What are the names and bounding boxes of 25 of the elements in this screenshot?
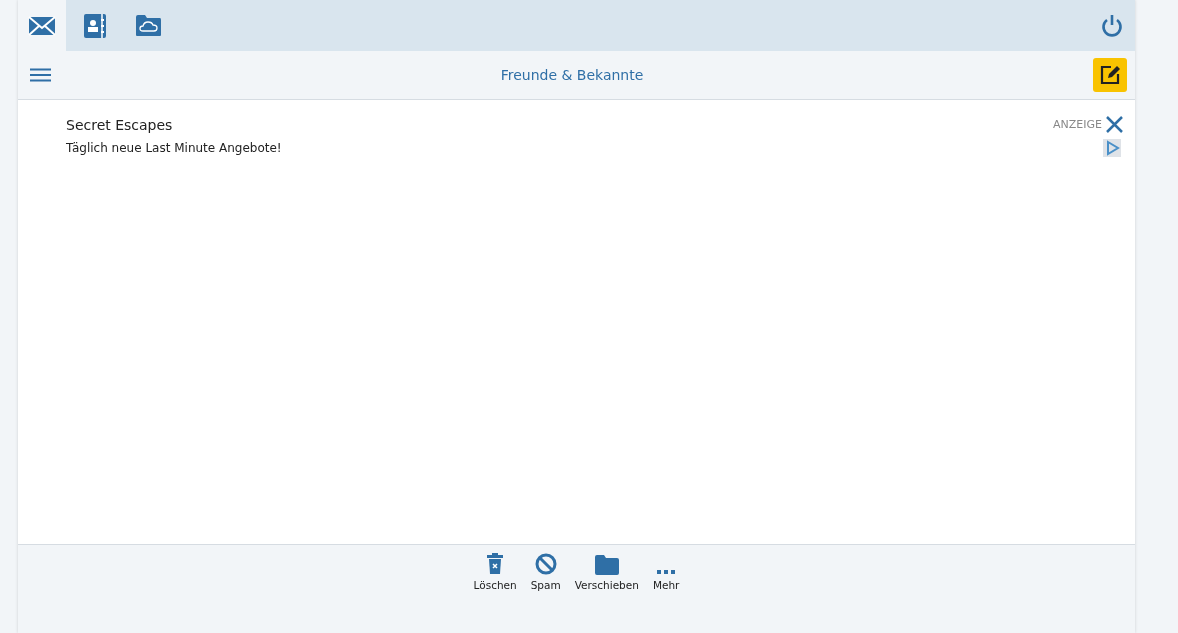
folder-title: Freunde & Bekannte (499, 67, 645, 83)
app-tab[interactable] (18, 0, 66, 51)
toolbar-button[interactable]: Spam (530, 551, 561, 591)
prohibited-icon (534, 553, 557, 575)
menu-button[interactable] (30, 68, 51, 82)
power-button[interactable] (1101, 13, 1123, 38)
compose-button[interactable] (1093, 58, 1127, 92)
toolbar-button[interactable]: Löschen (473, 551, 517, 591)
folder-icon (594, 555, 619, 575)
play-icon[interactable] (1103, 139, 1121, 157)
ad-text[interactable]: Täglich neue Last Minute Angebote! (66, 141, 282, 155)
toolbar-button[interactable]: Mehr (652, 551, 680, 591)
menu-icon (30, 68, 51, 82)
address-book-icon (83, 12, 107, 39)
pencil-note-icon (1099, 64, 1121, 86)
toolbar-button[interactable]: Verschieben (574, 551, 639, 591)
close-icon (1106, 116, 1123, 133)
ad-label: ANZEIGE (1053, 118, 1102, 131)
more-icon (657, 569, 676, 575)
power-icon (1101, 13, 1123, 38)
ad-title[interactable]: Secret Escapes (66, 116, 173, 133)
cloud-folder-icon (134, 14, 162, 37)
trash-icon (486, 553, 505, 575)
close-button[interactable] (1106, 116, 1123, 133)
envelope-icon (28, 15, 56, 36)
